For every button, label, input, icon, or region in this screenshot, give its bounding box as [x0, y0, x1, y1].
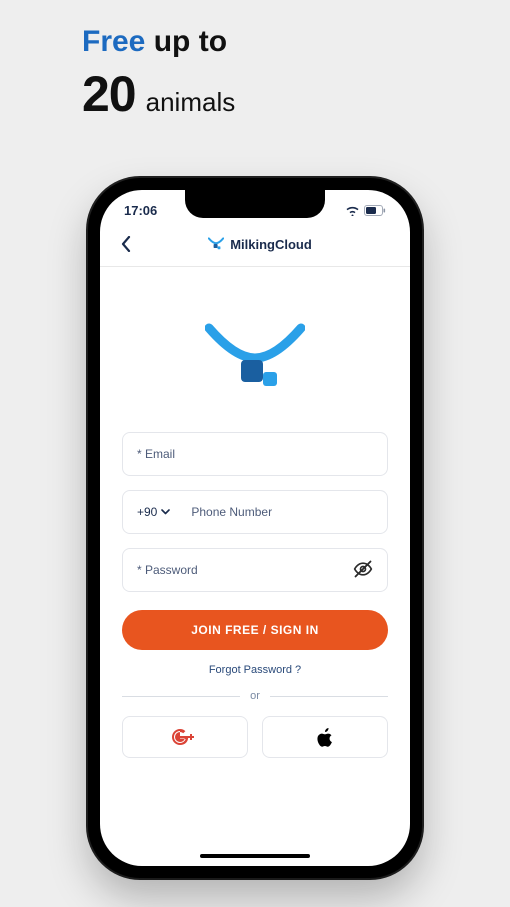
headline-free: Free	[82, 25, 145, 58]
apple-icon	[317, 728, 333, 747]
headline-up-to: up to	[154, 25, 227, 58]
apple-signin-button[interactable]	[262, 716, 388, 758]
brand-logo-icon	[205, 322, 305, 392]
app-header: MilkingCloud	[100, 224, 410, 267]
google-plus-icon	[172, 728, 198, 746]
divider-line-right	[270, 696, 388, 697]
divider-or: or	[122, 690, 388, 702]
app-name-label: MilkingCloud	[230, 237, 312, 252]
signin-form: * Email +90 Phone Number * Password	[100, 267, 410, 758]
country-code-selector[interactable]: +90	[137, 505, 181, 519]
google-signin-button[interactable]	[122, 716, 248, 758]
or-label: or	[250, 690, 260, 702]
headline-number: 20	[82, 65, 136, 123]
phone-placeholder: Phone Number	[191, 505, 272, 519]
email-field[interactable]: * Email	[122, 432, 388, 476]
phone-notch	[185, 190, 325, 218]
promo-headline: Free up to 20 animals	[82, 25, 235, 123]
status-icons	[345, 205, 386, 216]
app-title: MilkingCloud	[124, 236, 396, 252]
chevron-down-icon	[161, 509, 170, 515]
battery-icon	[364, 205, 386, 216]
divider-line-left	[122, 696, 240, 697]
brand-logo	[122, 322, 388, 392]
headline-line-1: Free up to	[82, 25, 235, 59]
wifi-icon	[345, 205, 360, 216]
email-placeholder: * Email	[137, 447, 175, 461]
headline-animals: animals	[146, 87, 236, 118]
join-signin-button[interactable]: JOIN FREE / SIGN IN	[122, 610, 388, 650]
toggle-password-visibility[interactable]	[353, 559, 373, 582]
headline-line-2: 20 animals	[82, 65, 235, 123]
home-indicator	[200, 854, 310, 858]
phone-screen: 17:06 MilkingCloud	[100, 190, 410, 866]
password-placeholder: * Password	[137, 563, 198, 577]
forgot-password-link[interactable]: Forgot Password ?	[122, 664, 388, 676]
social-login-row	[122, 716, 388, 758]
phone-field[interactable]: +90 Phone Number	[122, 490, 388, 534]
country-code-label: +90	[137, 505, 157, 519]
app-logo-icon	[208, 236, 224, 252]
phone-frame: 17:06 MilkingCloud	[88, 178, 422, 878]
status-time: 17:06	[124, 203, 157, 218]
password-field[interactable]: * Password	[122, 548, 388, 592]
eye-off-icon	[353, 559, 373, 579]
